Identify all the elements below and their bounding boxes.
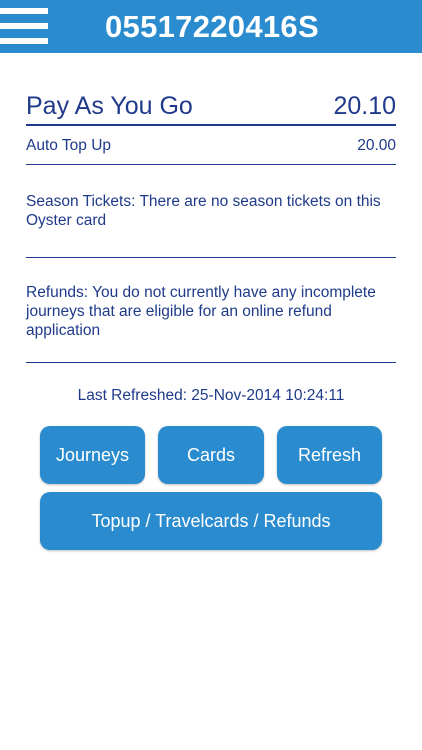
journeys-button[interactable]: Journeys	[40, 426, 145, 484]
refresh-button[interactable]: Refresh	[277, 426, 382, 484]
auto-topup-row: Auto Top Up 20.00	[26, 134, 396, 165]
menu-bar-bottom	[0, 38, 48, 44]
app-screen: 05517220416S Pay As You Go 20.10 Auto To…	[0, 0, 422, 750]
card-number-title: 05517220416S	[105, 9, 319, 44]
payg-value: 20.10	[333, 92, 396, 120]
auto-topup-value: 20.00	[357, 137, 396, 154]
refunds-info: Refunds: You do not currently have any i…	[26, 283, 396, 363]
payg-label: Pay As You Go	[26, 92, 193, 120]
season-tickets-info: Season Tickets: There are no season tick…	[26, 192, 396, 258]
payg-balance-row: Pay As You Go 20.10	[26, 90, 396, 126]
topup-travelcards-refunds-button[interactable]: Topup / Travelcards / Refunds	[40, 492, 382, 550]
auto-topup-label: Auto Top Up	[26, 137, 112, 154]
menu-bar-middle	[0, 23, 48, 29]
last-refreshed-status: Last Refreshed: 25-Nov-2014 10:24:11	[77, 387, 345, 404]
menu-bar-top	[0, 8, 48, 14]
header-bar: 05517220416S	[0, 0, 422, 53]
hamburger-menu-icon[interactable]	[0, 6, 48, 48]
cards-button[interactable]: Cards	[158, 426, 264, 484]
